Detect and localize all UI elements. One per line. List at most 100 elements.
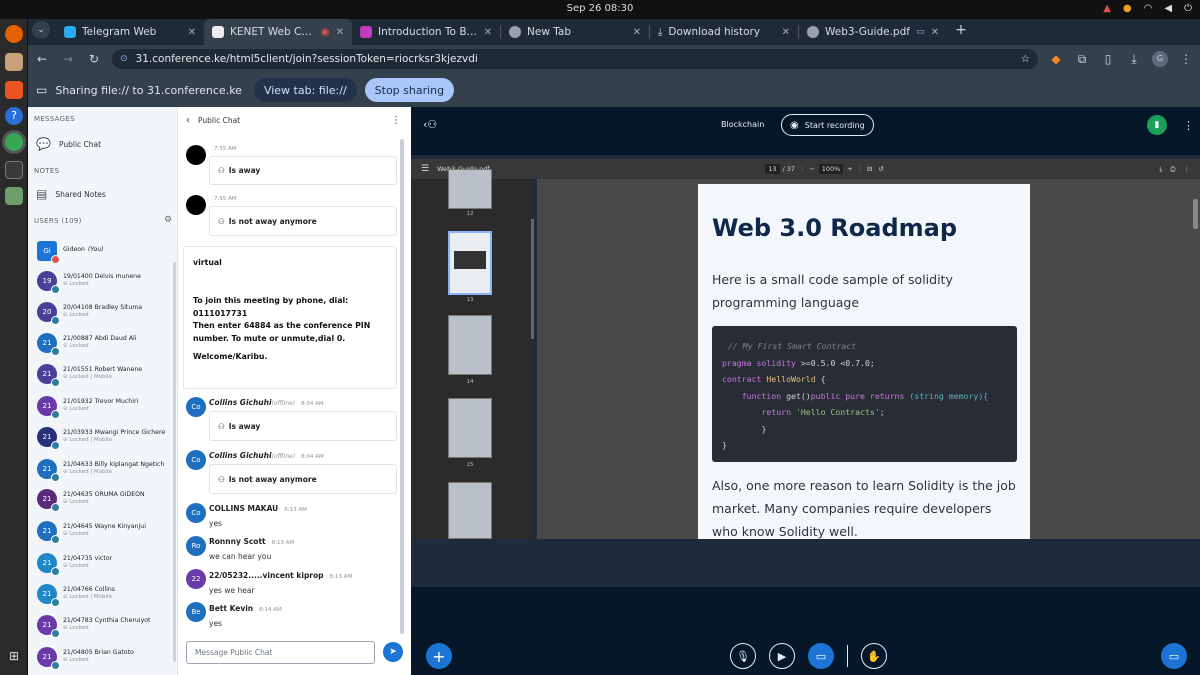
meeting-area: ‹⚇ Blockchain ◉ Start recording ▮ ⋮ ⤡ ☰ …: [411, 107, 1200, 675]
screen-sharing-bar: ▭ Sharing file:// to 31.conference.ke Vi…: [28, 73, 1200, 107]
user-list-item[interactable]: 21 21/04783 Cynthia Cheruiyot ⊝ Locked: [28, 609, 168, 640]
menu-kebab-icon[interactable]: ⋮: [1178, 52, 1194, 66]
zoom-in-icon[interactable]: +: [847, 165, 852, 173]
user-list-item[interactable]: 21 21/01932 Trevor Muchiri ⊝ Locked: [28, 390, 168, 421]
user-name: Gideon (You): [63, 246, 104, 254]
zoom-out-icon[interactable]: −: [809, 165, 814, 173]
users-scrollbar[interactable]: [173, 262, 176, 662]
chat-options-kebab-icon[interactable]: ⋮: [391, 115, 401, 126]
user-list-item[interactable]: 21 21/01551 Robert Wanene ⊝ Locked | Mobil…: [28, 358, 168, 389]
sidepanel-icon[interactable]: ▯: [1100, 52, 1116, 66]
shared-notes-nav[interactable]: ▤ Shared Notes: [28, 187, 168, 201]
pdf-download-icon[interactable]: ⤓: [1159, 165, 1162, 174]
status-message: ⚇ Is away: [209, 156, 397, 185]
user-list-item[interactable]: 21 21/03933 Mwangi Prince Gichere ⊝ Locked…: [28, 421, 168, 452]
user-list-item[interactable]: 21 21/04805 Brian Gatoto ⊝ Locked: [28, 641, 168, 672]
presentation-button[interactable]: ▭: [1161, 643, 1187, 669]
user-list-item[interactable]: 19 19/01400 Delvis munene ⊝ Locked: [28, 265, 168, 296]
new-tab-icon[interactable]: +: [953, 22, 969, 38]
chrome-icon[interactable]: [5, 133, 23, 151]
pdf-page-input[interactable]: 13: [765, 164, 780, 174]
reload-icon[interactable]: ↻: [86, 52, 102, 66]
back-icon[interactable]: ←: [34, 52, 50, 66]
screenshare-button[interactable]: ▭: [808, 643, 834, 669]
user-list-item[interactable]: 20 20/04108 Bradley Situma ⊝ Locked: [28, 296, 168, 327]
view-tab-button[interactable]: View tab: file://: [253, 78, 357, 102]
rotate-icon[interactable]: ↺: [878, 165, 883, 173]
tab-search-icon[interactable]: ⌄: [32, 21, 50, 39]
mute-button[interactable]: 🎙: [730, 643, 756, 669]
tab-kenet[interactable]: KENET Web Conferenc◉✕: [204, 19, 352, 45]
page-thumbnail[interactable]: [448, 315, 492, 375]
user-list-item[interactable]: 21 21/00887 Abdi Daud Ali ⊝ Locked: [28, 327, 168, 358]
power-icon[interactable]: ⏻: [1184, 3, 1192, 14]
downloads-icon[interactable]: ⤓: [1126, 52, 1142, 67]
bookmark-star-icon[interactable]: ☆: [1021, 53, 1030, 65]
help-icon[interactable]: ?: [5, 107, 23, 125]
close-tab-icon[interactable]: ✕: [188, 27, 196, 38]
user-list-item[interactable]: Gi Gideon (You): [28, 235, 168, 266]
pdf-zoom-value[interactable]: 100%: [818, 164, 844, 174]
tab-new-tab[interactable]: New Tab ✕: [501, 19, 649, 45]
thumbnail-scrollbar[interactable]: [531, 219, 534, 339]
user-list-item[interactable]: 21 21/04633 Billy kiplangat Ngetich ⊝ Lock…: [28, 453, 168, 484]
system-clock[interactable]: Sep 26 08:30: [0, 3, 1200, 14]
metamask-extension-icon[interactable]: ◆: [1048, 52, 1064, 66]
close-tab-icon[interactable]: ✕: [484, 27, 492, 38]
files-icon[interactable]: [5, 53, 23, 71]
user-list-item[interactable]: 21 21/04735 victor ⊝ Locked: [28, 547, 168, 578]
stop-sharing-button[interactable]: Stop sharing: [364, 78, 455, 102]
tab-blockchain[interactable]: Introduction To Blockcha✕: [352, 19, 500, 45]
raise-hand-button[interactable]: ✋: [861, 643, 887, 669]
user-status: ⊝ Locked | Mobile: [63, 373, 112, 380]
forward-icon[interactable]: →: [60, 52, 76, 66]
actions-plus-button[interactable]: +: [426, 643, 452, 669]
fit-page-icon[interactable]: ⊟: [867, 165, 872, 173]
page-thumbnail[interactable]: [448, 169, 492, 209]
apps-grid-icon[interactable]: ⊞: [5, 649, 23, 667]
system-tray[interactable]: ▲ ● ◠ ◀ ⏻: [1103, 3, 1192, 14]
page-thumbnail-active[interactable]: [448, 231, 492, 295]
mic-icon[interactable]: ●: [1123, 3, 1132, 14]
user-list-toggle-icon[interactable]: ‹⚇: [423, 118, 437, 131]
pdf-scrollbar[interactable]: [1193, 199, 1198, 229]
url-field[interactable]: ⊙ 31.conference.ke/html5client/join?sess…: [112, 49, 1038, 69]
site-info-icon[interactable]: ⊙: [120, 54, 128, 64]
message-input[interactable]: Message Public Chat: [186, 641, 375, 664]
software-icon[interactable]: [5, 81, 23, 99]
tab-telegram[interactable]: Telegram Web ✕: [56, 19, 204, 45]
profile-avatar-icon[interactable]: G: [1152, 51, 1168, 67]
extension-icon[interactable]: ⧉: [1074, 52, 1090, 67]
options-kebab-icon[interactable]: ⋮: [1183, 119, 1194, 132]
volume-icon[interactable]: ◀: [1164, 3, 1172, 14]
users-settings-gear-icon[interactable]: ⚙: [164, 215, 172, 225]
start-recording-button[interactable]: ◉ Start recording: [781, 114, 874, 136]
tab-download-history[interactable]: ⤓ Download history ✕: [650, 19, 798, 45]
user-list-item[interactable]: 21 21/04635 ORUMA GIDEON ⊝ Locked: [28, 483, 168, 514]
chat-scrollbar[interactable]: [400, 139, 404, 634]
user-list-item[interactable]: 21 21/04766 Collins ⊝ Locked | Mobile: [28, 578, 168, 609]
terminal-icon[interactable]: [5, 161, 23, 179]
chevron-left-icon[interactable]: ‹: [186, 115, 190, 126]
page-thumbnail[interactable]: [448, 482, 492, 539]
close-tab-icon[interactable]: ✕: [931, 27, 939, 38]
wifi-icon[interactable]: ◠: [1144, 3, 1153, 14]
tab-web3-guide[interactable]: Web3-Guide.pdf ▭ ✕: [799, 19, 947, 45]
pdf-toolbar: ☰ Web3-Guide.pdf 13 / 37 | − 100% + | ⊟ …: [411, 159, 1200, 179]
pdf-more-icon[interactable]: ⋮: [1184, 165, 1191, 173]
close-tab-icon[interactable]: ✕: [336, 27, 344, 38]
page-thumbnail[interactable]: [448, 398, 492, 458]
pdf-menu-icon[interactable]: ☰: [421, 164, 429, 174]
send-message-button[interactable]: ➤: [383, 642, 403, 662]
public-chat-nav[interactable]: 💬 Public Chat: [28, 137, 168, 151]
warning-icon[interactable]: ▲: [1103, 3, 1111, 14]
close-tab-icon[interactable]: ✕: [633, 27, 641, 38]
pdf-print-icon[interactable]: ⎙: [1170, 165, 1175, 174]
close-tab-icon[interactable]: ✕: [782, 27, 790, 38]
user-list-item[interactable]: 21 21/04645 Wayne Kinyanjui ⊝ Locked: [28, 515, 168, 546]
trash-icon[interactable]: [5, 187, 23, 205]
user-avatar: 21: [37, 488, 60, 512]
connection-status-icon[interactable]: ▮: [1147, 115, 1167, 135]
camera-button[interactable]: ▶: [769, 643, 795, 669]
firefox-icon[interactable]: [5, 25, 23, 43]
